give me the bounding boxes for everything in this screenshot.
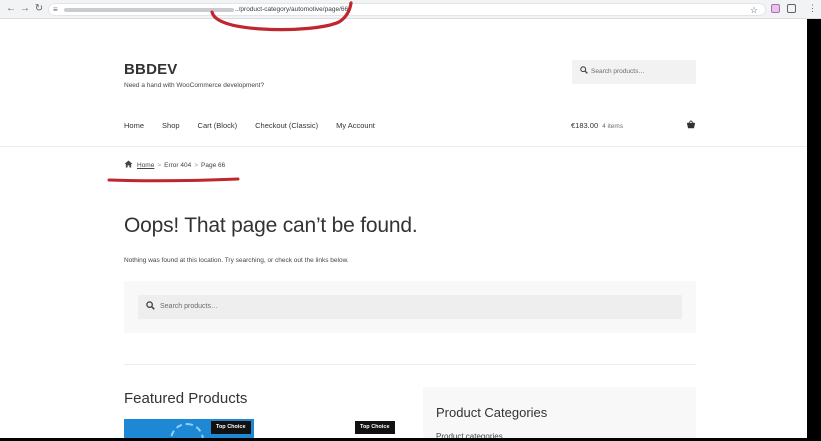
back-icon[interactable]: ← bbox=[5, 3, 17, 15]
featured-products-title: Featured Products bbox=[124, 390, 248, 407]
tune-icon[interactable]: ≡ bbox=[53, 5, 62, 14]
page-title: Oops! That page can’t be found. bbox=[124, 214, 418, 237]
site-title[interactable]: BBDEV bbox=[124, 61, 178, 78]
breadcrumb-home-link[interactable]: Home bbox=[137, 162, 154, 169]
nav-item-my-account[interactable]: My Account bbox=[336, 121, 375, 130]
nav-item-shop[interactable]: Shop bbox=[162, 121, 180, 130]
blurred-domain bbox=[64, 8, 234, 12]
star-icon[interactable]: ☆ bbox=[750, 4, 758, 16]
site-tagline: Need a hand with WooCommerce development… bbox=[124, 82, 265, 89]
more-vert-icon[interactable]: ⋮ bbox=[808, 2, 817, 14]
cart-total: €183.00 bbox=[571, 121, 599, 130]
nav-item-cart-block[interactable]: Cart (Block) bbox=[198, 121, 238, 130]
browser-toolbar: ← → ↻ ≡ ../product-category/automotive/p… bbox=[0, 0, 821, 19]
search-placeholder: Search products… bbox=[160, 303, 218, 310]
forward-icon[interactable]: → bbox=[19, 3, 31, 15]
breadcrumb-error: Error 404 bbox=[164, 161, 192, 169]
nav-item-checkout-classic[interactable]: Checkout (Classic) bbox=[255, 121, 318, 130]
product-categories-title: Product Categories bbox=[436, 405, 548, 420]
screen-frame-right bbox=[807, 19, 821, 441]
search-section: Search products… bbox=[124, 281, 696, 333]
top-choice-badge: Top Choice bbox=[211, 421, 251, 434]
header-search-input[interactable]: Search products… bbox=[572, 60, 696, 84]
cart-count: 4 items bbox=[602, 123, 624, 130]
puzzle-icon[interactable] bbox=[787, 4, 796, 13]
breadcrumb-separator: > bbox=[194, 161, 199, 169]
cart-summary[interactable]: €183.00 4 items bbox=[571, 121, 623, 130]
search-placeholder: Search products… bbox=[591, 68, 645, 75]
product-categories-widget: Product Categories Product categories bbox=[423, 387, 696, 441]
basket-icon[interactable] bbox=[686, 120, 696, 131]
top-choice-badge: Top Choice bbox=[355, 421, 395, 434]
nav-item-home[interactable]: Home bbox=[124, 121, 144, 130]
breadcrumb-page: Page 66 bbox=[201, 161, 226, 169]
search-icon bbox=[580, 66, 588, 76]
reload-icon[interactable]: ↻ bbox=[33, 3, 45, 15]
content-divider bbox=[124, 364, 696, 365]
address-bar[interactable]: ≡ ../product-category/automotive/page/66… bbox=[48, 3, 766, 16]
breadcrumb: Home > Error 404 > Page 66 bbox=[124, 160, 225, 170]
main-navigation: Home Shop Cart (Block) Checkout (Classic… bbox=[124, 121, 393, 130]
home-icon bbox=[124, 160, 133, 170]
extension-icon[interactable] bbox=[771, 4, 780, 13]
breadcrumb-annotation-stroke bbox=[107, 177, 240, 183]
search-icon bbox=[146, 301, 155, 312]
page-description: Nothing was found at this location. Try … bbox=[124, 257, 349, 264]
search-input[interactable]: Search products… bbox=[138, 295, 682, 319]
breadcrumb-separator: > bbox=[157, 161, 162, 169]
header-divider bbox=[0, 146, 821, 147]
url-text: ../product-category/automotive/page/66/ bbox=[235, 6, 350, 13]
